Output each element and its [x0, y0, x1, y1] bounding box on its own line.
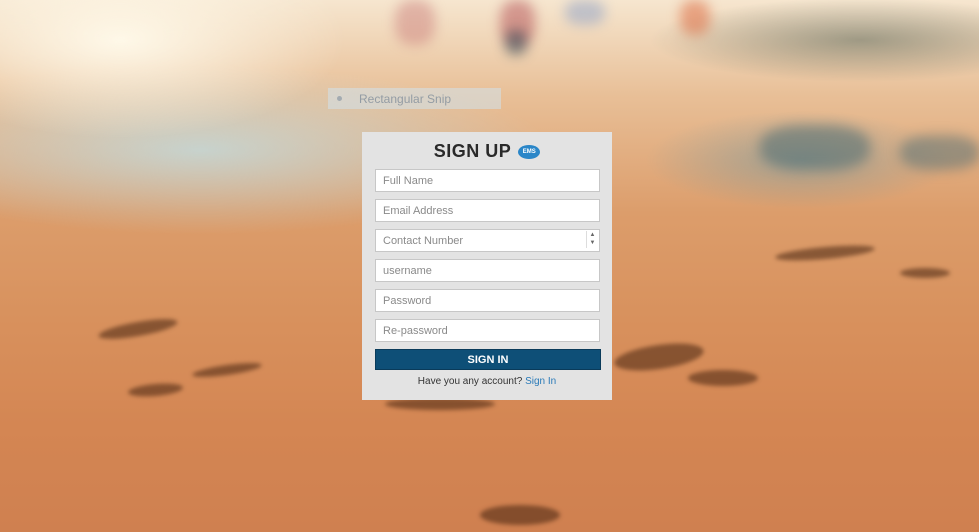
sign-in-button[interactable]: SIGN IN — [375, 349, 601, 370]
signin-prompt: Have you any account? Sign In — [374, 376, 600, 387]
number-spinner[interactable]: ▲ ▼ — [586, 231, 598, 248]
snip-dot-icon — [337, 96, 342, 101]
ems-logo-icon: EMS — [518, 144, 541, 159]
signin-prompt-text: Have you any account? — [417, 376, 523, 387]
spinner-down-icon[interactable]: ▼ — [587, 239, 598, 247]
contact-number-wrapper: ▲ ▼ — [374, 229, 600, 252]
spinner-up-icon[interactable]: ▲ — [587, 231, 598, 239]
signup-header: SIGN UP EMS — [374, 132, 600, 169]
rectangular-snip-overlay: Rectangular Snip — [328, 88, 501, 109]
username-input[interactable] — [375, 259, 600, 282]
snip-label: Rectangular Snip — [359, 91, 452, 106]
sign-in-link[interactable]: Sign In — [525, 376, 556, 387]
signup-card: SIGN UP EMS ▲ ▼ SIGN IN Have you any acc… — [362, 132, 612, 400]
email-input[interactable] — [375, 199, 600, 222]
contact-number-input[interactable] — [375, 229, 600, 252]
signup-title: SIGN UP — [433, 141, 512, 161]
password-input[interactable] — [375, 289, 600, 312]
full-name-input[interactable] — [375, 169, 600, 192]
repassword-input[interactable] — [375, 319, 600, 342]
